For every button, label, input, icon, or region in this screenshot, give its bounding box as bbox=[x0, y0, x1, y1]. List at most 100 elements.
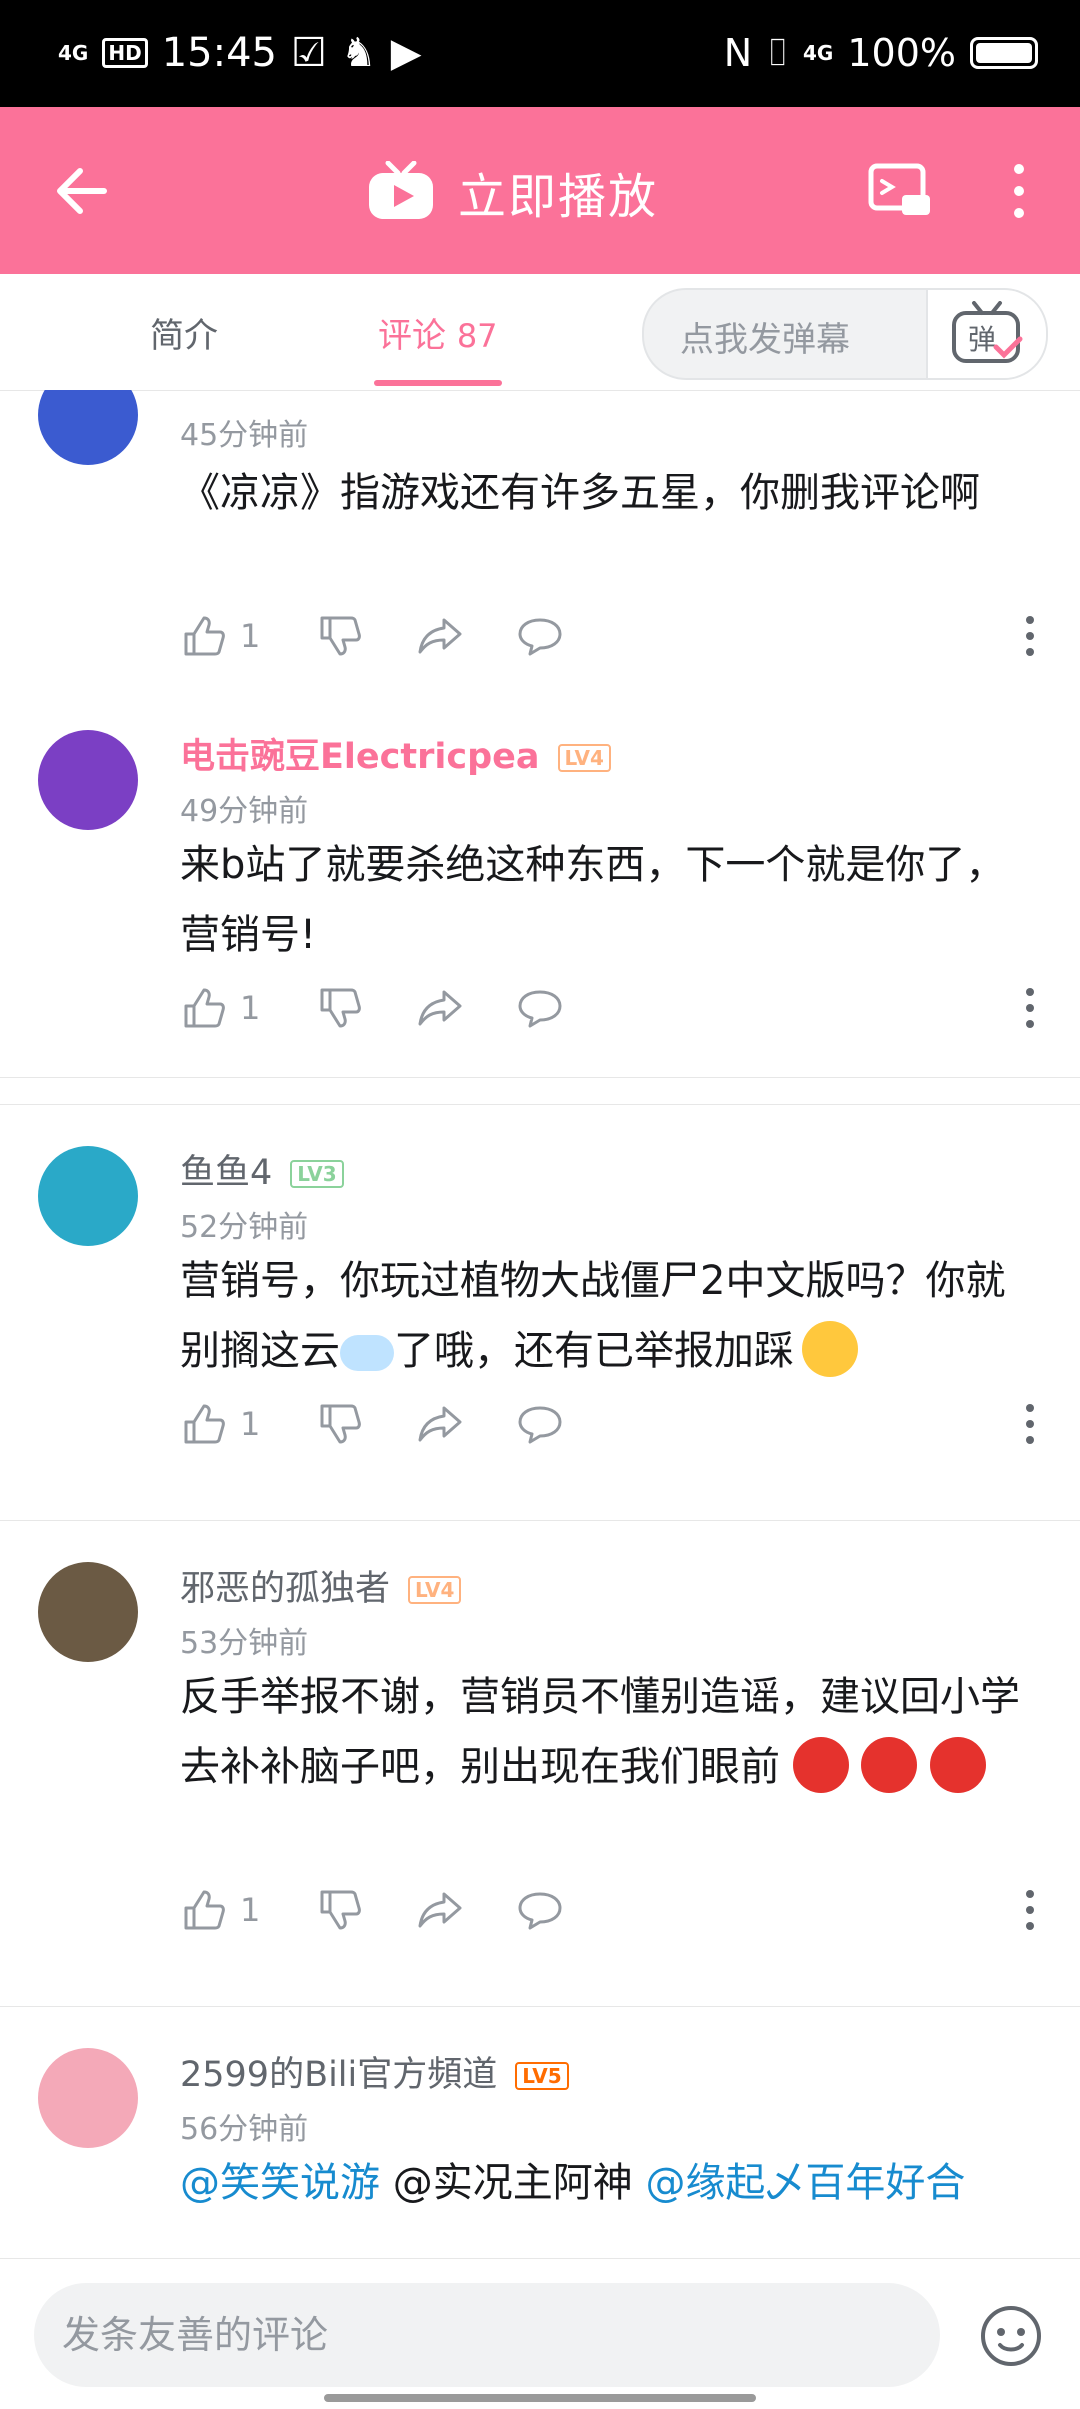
avatar[interactable] bbox=[38, 390, 138, 465]
comment-username[interactable]: 2599的Bili官方頻道 LV5 bbox=[180, 2046, 569, 2097]
like-count: 1 bbox=[240, 1405, 261, 1443]
like-button[interactable]: 1 bbox=[180, 982, 260, 1034]
reply-bubble-icon bbox=[518, 1892, 562, 1930]
comment-username[interactable]: 邪恶的孤独者 LV4 bbox=[180, 1560, 462, 1611]
username-text: 2599的Bili官方頻道 bbox=[180, 2055, 498, 2095]
home-indicator[interactable] bbox=[324, 2394, 756, 2402]
comment-more-icon[interactable] bbox=[1020, 1398, 1040, 1450]
more-options-icon[interactable] bbox=[1004, 159, 1034, 223]
share-button[interactable] bbox=[416, 1884, 464, 1936]
battery-text: 100% bbox=[847, 30, 956, 75]
tab-comments[interactable]: 评论 87 bbox=[378, 308, 498, 357]
angry-emoji-icon bbox=[930, 1737, 987, 1793]
laughing-emoji-icon bbox=[802, 1321, 858, 1377]
thumb-up-icon bbox=[184, 988, 225, 1028]
play-now-button[interactable]: 立即播放 bbox=[366, 157, 658, 227]
comment-text-part: 了哦，还有已举报加踩 bbox=[394, 1328, 794, 1374]
comment-actions: 1 bbox=[180, 610, 1040, 662]
username-text: 电击豌豆Electricpea bbox=[180, 737, 540, 777]
vibrate-icon: ⌷ bbox=[766, 30, 790, 74]
comment-item: 鱼鱼4 LV3 52分钟前 营销号，你玩过植物大战僵尸2中文版吗？你就别搁这云 了哦… bbox=[0, 1104, 1080, 1521]
comment-text: 《凉凉》指游戏还有许多五星，你删我评论啊 bbox=[180, 470, 980, 516]
like-count: 1 bbox=[240, 1891, 261, 1929]
comment-time: 56分钟前 bbox=[180, 2112, 309, 2147]
angry-emoji-icon bbox=[861, 1737, 918, 1793]
hd-badge: HD bbox=[102, 38, 148, 68]
comment-time: 53分钟前 bbox=[180, 1626, 309, 1661]
emoji-icon[interactable] bbox=[980, 2305, 1042, 2367]
reply-button[interactable] bbox=[516, 1884, 564, 1936]
danmu-toggle-button[interactable]: 弹 bbox=[926, 290, 1046, 378]
dislike-button[interactable] bbox=[316, 1398, 364, 1450]
comment-text: 来b站了就要杀绝这种东西，下一个就是你了，营销号! bbox=[180, 842, 1006, 958]
tab-comments-label: 评论 bbox=[378, 316, 446, 356]
comment-text: 反手举报不谢，营销员不懂别造谣，建议回小学去补补脑子吧，别出现在我们眼前 bbox=[180, 1662, 1040, 1802]
thumb-up-icon bbox=[184, 616, 225, 656]
avatar[interactable] bbox=[38, 2048, 138, 2148]
tab-bar: 简介 评论 87 点我发弹幕 弹 bbox=[0, 274, 1080, 391]
mention-link[interactable]: @笑笑说游 bbox=[180, 2160, 380, 2206]
level-badge: LV5 bbox=[515, 2062, 569, 2090]
comment-list[interactable]: 45分钟前 《凉凉》指游戏还有许多五星，你删我评论啊 1 电击豌豆Electri… bbox=[0, 390, 1080, 2258]
avatar[interactable] bbox=[38, 1562, 138, 1662]
dislike-button[interactable] bbox=[316, 982, 364, 1034]
avatar[interactable] bbox=[38, 1146, 138, 1246]
video-icon: ▶ bbox=[390, 30, 422, 76]
cast-screen-icon[interactable] bbox=[868, 163, 932, 219]
mention-link[interactable]: @实况主阿神 bbox=[393, 2160, 633, 2206]
comment-time: 49分钟前 bbox=[180, 794, 309, 829]
thumb-down-icon bbox=[320, 616, 361, 656]
tab-intro[interactable]: 简介 bbox=[150, 308, 218, 357]
comment-item: 2599的Bili官方頻道 LV5 56分钟前 @笑笑说游 @实况主阿神 @缘起乄… bbox=[0, 2006, 1080, 2258]
status-time: 15:45 bbox=[161, 30, 277, 76]
play-now-label: 立即播放 bbox=[458, 169, 659, 225]
level-badge: LV4 bbox=[557, 744, 611, 772]
comment-more-icon[interactable] bbox=[1020, 1884, 1040, 1936]
thumb-down-icon bbox=[320, 988, 361, 1028]
comment-text: @笑笑说游 @实况主阿神 @缘起乄百年好合 bbox=[180, 2148, 1040, 2218]
status-bar: 4G HD 15:45 ☑ ♞ ▶ N ⌷ 4G 100% bbox=[0, 0, 1080, 107]
nfc-icon: N bbox=[723, 30, 753, 75]
danmu-tv-icon: 弹 bbox=[952, 301, 1023, 363]
comment-more-icon[interactable] bbox=[1020, 982, 1040, 1034]
share-icon bbox=[418, 1406, 462, 1442]
danmu-send-field[interactable]: 点我发弹幕 弹 bbox=[642, 288, 1048, 380]
thumb-down-icon bbox=[320, 1404, 361, 1444]
reply-button[interactable] bbox=[516, 610, 564, 662]
reply-bubble-icon bbox=[518, 990, 562, 1028]
comment-username[interactable]: 鱼鱼4 LV3 bbox=[180, 1144, 344, 1195]
dislike-button[interactable] bbox=[316, 1884, 364, 1936]
signal-4g-icon: 4G bbox=[803, 40, 834, 65]
share-icon bbox=[418, 990, 462, 1026]
share-button[interactable] bbox=[416, 982, 464, 1034]
level-badge: LV4 bbox=[408, 1576, 462, 1604]
comment-time: 45分钟前 bbox=[180, 418, 309, 453]
comment-composer bbox=[0, 2258, 1080, 2409]
mention-link[interactable]: @缘起乄百年好合 bbox=[645, 2160, 965, 2206]
reply-button[interactable] bbox=[516, 1398, 564, 1450]
comment-actions: 1 bbox=[180, 1398, 1040, 1450]
thumb-down-icon bbox=[320, 1890, 361, 1930]
dislike-button[interactable] bbox=[316, 610, 364, 662]
comment-actions: 1 bbox=[180, 1884, 1040, 1936]
like-count: 1 bbox=[240, 989, 261, 1027]
comment-input[interactable] bbox=[34, 2283, 940, 2387]
share-button[interactable] bbox=[416, 610, 464, 662]
tv-play-icon bbox=[369, 161, 433, 219]
like-button[interactable]: 1 bbox=[180, 1884, 260, 1936]
comment-actions: 1 bbox=[180, 982, 1040, 1034]
comment-text: 营销号，你玩过植物大战僵尸2中文版吗？你就别搁这云 了哦，还有已举报加踩 bbox=[180, 1246, 1040, 1386]
like-button[interactable]: 1 bbox=[180, 1398, 260, 1450]
like-count: 1 bbox=[240, 617, 261, 655]
back-arrow-icon[interactable] bbox=[50, 159, 114, 223]
like-button[interactable]: 1 bbox=[180, 610, 260, 662]
comment-more-icon[interactable] bbox=[1020, 610, 1040, 662]
level-badge: LV3 bbox=[290, 1160, 344, 1188]
comment-item: 电击豌豆Electricpea LV4 49分钟前 来b站了就要杀绝这种东西，下一… bbox=[0, 688, 1080, 1105]
comment-item: 邪恶的孤独者 LV4 53分钟前 反手举报不谢，营销员不懂别造谣，建议回小学去补补… bbox=[0, 1520, 1080, 2007]
comment-username[interactable]: 电击豌豆Electricpea LV4 bbox=[180, 728, 611, 779]
reply-button[interactable] bbox=[516, 982, 564, 1034]
battery-icon bbox=[970, 36, 1038, 69]
share-button[interactable] bbox=[416, 1398, 464, 1450]
avatar[interactable] bbox=[38, 730, 138, 830]
